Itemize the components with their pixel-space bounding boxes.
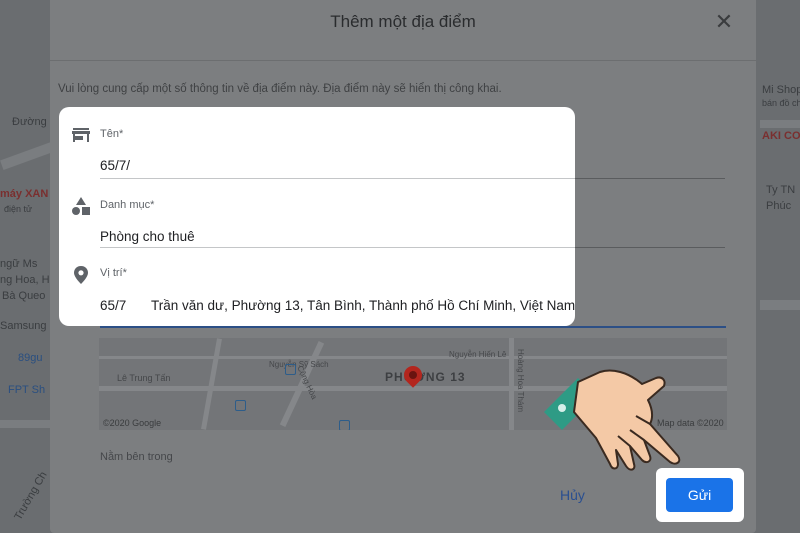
place-info-card: Tên* 65/7/ Danh mục* Phòng cho thuê Vị t… xyxy=(59,107,575,326)
dialog-header: Thêm một địa điểm ✕ xyxy=(50,0,756,61)
location-field-underline xyxy=(100,326,726,328)
bg-label: FPT Sh xyxy=(8,384,46,396)
bg-label: bán đồ chơi xyxy=(762,98,800,108)
bg-label: ng Hoa, H xyxy=(0,274,50,286)
area-label: PHƯỜNG 13 xyxy=(385,370,466,384)
street-label: Hoàng Hoa Thám xyxy=(516,349,525,412)
bg-label: Bà Queo xyxy=(2,290,46,302)
street-label: Nguyễn Sỹ Sách xyxy=(269,360,329,369)
location-value-prefix[interactable]: 65/7 xyxy=(100,298,126,313)
location-value[interactable]: Trần văn dư, Phường 13, Tân Bình, Thành … xyxy=(151,298,575,313)
store-icon xyxy=(72,128,90,142)
field-underline xyxy=(100,247,575,248)
bg-label: điện tử xyxy=(4,204,33,214)
pointing-hand-icon xyxy=(544,369,681,471)
bg-label: AKI CO xyxy=(762,130,800,142)
bg-label: Ty TN xyxy=(766,184,796,196)
field-underline xyxy=(575,247,725,248)
category-value[interactable]: Phòng cho thuê xyxy=(100,229,195,244)
bg-label: 89gu xyxy=(18,352,43,364)
street-label: Nguyễn Hiến Lê xyxy=(449,350,507,359)
street-label: Lê Trung Tấn xyxy=(117,373,171,383)
location-pin-icon xyxy=(74,266,88,284)
category-label: Danh mục* xyxy=(100,199,155,211)
location-label: Vị trí* xyxy=(100,267,127,279)
bg-label: máy XAN xyxy=(0,188,49,200)
bg-label: ngữ Ms xyxy=(0,258,38,270)
dialog-intro: Vui lòng cung cấp một số thông tin về đị… xyxy=(58,83,502,95)
bg-label: Trường Ch xyxy=(12,469,50,523)
category-field[interactable]: Danh mục* Phòng cho thuê xyxy=(59,179,575,249)
place-marker-icon xyxy=(339,420,350,430)
place-marker-icon xyxy=(235,400,246,411)
name-value[interactable]: 65/7/ xyxy=(100,158,130,173)
place-marker-icon xyxy=(285,364,296,375)
contained-in-label: Nằm bên trong xyxy=(100,451,173,463)
dialog-title: Thêm một địa điểm xyxy=(330,12,476,31)
map-copyright: ©2020 Google xyxy=(103,418,162,428)
name-label: Tên* xyxy=(100,128,124,140)
category-shapes-icon xyxy=(72,197,90,215)
field-underline xyxy=(575,178,725,179)
bg-label: Phúc xyxy=(766,200,792,212)
location-field[interactable]: Vị trí* 65/7 Trần văn dư, Phường 13, Tân… xyxy=(59,249,575,326)
bg-label: Samsung xyxy=(0,320,47,332)
close-icon[interactable]: ✕ xyxy=(712,10,736,34)
name-field[interactable]: Tên* 65/7/ xyxy=(59,107,575,179)
bg-label: Mi Shop xyxy=(762,84,800,96)
